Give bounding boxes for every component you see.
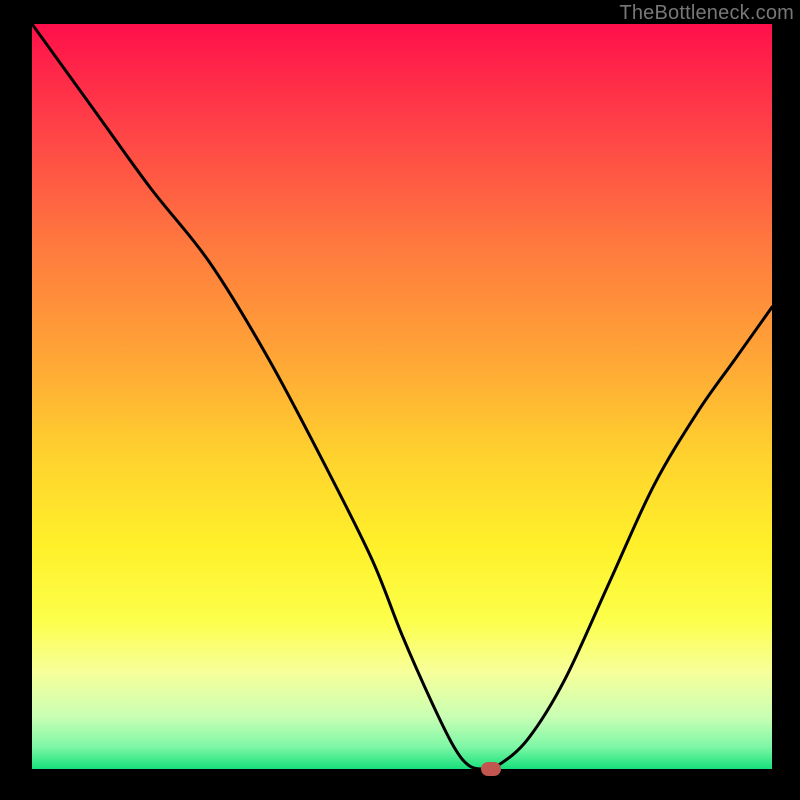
watermark-text: TheBottleneck.com — [619, 2, 794, 25]
chart-frame: TheBottleneck.com — [0, 0, 800, 800]
plot-area — [32, 24, 772, 769]
gradient-background — [32, 24, 772, 769]
plot-svg — [32, 24, 772, 769]
optimal-point-marker — [481, 762, 501, 776]
